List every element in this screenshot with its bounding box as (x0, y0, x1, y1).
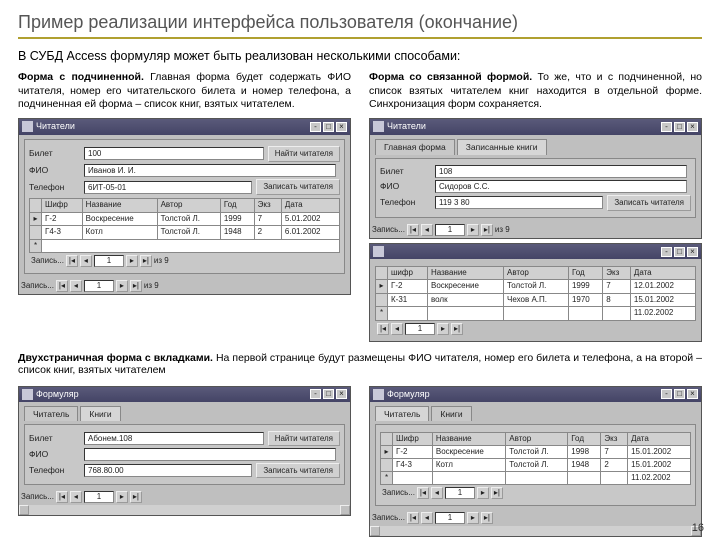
window-title: Читатели (36, 121, 75, 133)
hscroll[interactable] (370, 526, 701, 536)
field-fio[interactable]: Иванов И. И. (84, 164, 336, 177)
field-bilet[interactable]: Абонем.108 (84, 432, 264, 445)
write-button[interactable]: Записать читателя (256, 463, 340, 478)
record-nav: Запись...|◂◂1▸▸|из 9 (29, 253, 340, 269)
window-tabs-page2: Формуляр-□× ЧитательКниги ШифрНазваниеАв… (369, 386, 702, 537)
field-bilet[interactable]: 100 (84, 147, 264, 160)
label-fio: ФИО (29, 165, 84, 176)
para-tabbed-form: Двухстраничная форма с вкладками. На пер… (18, 352, 702, 376)
tab-reader[interactable]: Читатель (375, 406, 429, 421)
tab-books[interactable]: Книги (431, 406, 471, 421)
field-fio[interactable] (84, 448, 336, 461)
field-tel[interactable]: 6ИТ-05-01 (84, 181, 252, 194)
tab-books[interactable]: Записанные книги (457, 139, 547, 155)
window-tabs-page1: Формуляр-□× ЧитательКниги БилетАбонем.10… (18, 386, 351, 516)
tab-main[interactable]: Главная форма (375, 139, 455, 155)
outer-nav: Запись...|◂◂1▸▸|из 9 (19, 278, 350, 294)
label-tel: Телефон (29, 182, 84, 193)
label-bilet: Билет (29, 148, 84, 159)
page-number: 16 (692, 522, 704, 534)
close-button[interactable]: × (336, 122, 347, 132)
field-tel[interactable]: 119 3 80 (435, 196, 603, 209)
field-bilet[interactable]: 108 (435, 165, 687, 178)
window-title: Читатели (387, 121, 426, 133)
books-table[interactable]: ШифрНазваниеАвторГодЭкзДата ▸Г-2Воскресе… (29, 198, 340, 253)
field-tel[interactable]: 768.80.00 (84, 464, 252, 477)
window-linked-main: Читатели - □ × Главная формаЗаписанные к… (369, 118, 702, 239)
min-button[interactable]: - (310, 122, 321, 132)
para-sub-form: Форма с подчиненной. Главная форма будет… (18, 71, 351, 112)
min-button[interactable]: - (661, 122, 672, 132)
page-title: Пример реализации интерфейса пользовател… (18, 12, 702, 39)
window-linked-books: -□× шифрНазваниеАвторГодЭкзДата ▸Г-2Воск… (369, 243, 702, 342)
para-linked-form: Форма со связанной формой. То же, что и … (369, 71, 702, 112)
tab-books[interactable]: Книги (80, 406, 120, 421)
tab-reader[interactable]: Читатель (24, 406, 78, 421)
write-button[interactable]: Записать читателя (256, 179, 340, 195)
max-button[interactable]: □ (323, 122, 334, 132)
max-button[interactable]: □ (674, 122, 685, 132)
intro-text: В СУБД Access формуляр может быть реализ… (18, 49, 702, 63)
close-button[interactable]: × (687, 122, 698, 132)
titlebar[interactable]: -□× (370, 244, 701, 259)
books-table[interactable]: ШифрНазваниеАвторГодЭкзДата ▸Г-2Воскресе… (380, 432, 691, 485)
hscroll[interactable] (19, 505, 350, 515)
window-subform: Читатели - □ × Билет100 Найти читателя ФИ… (18, 118, 351, 295)
books-table[interactable]: шифрНазваниеАвторГодЭкзДата ▸Г-2Воскресе… (375, 266, 696, 321)
app-icon (373, 121, 384, 132)
find-button[interactable]: Найти читателя (268, 146, 340, 162)
find-button[interactable]: Найти читателя (268, 431, 340, 446)
app-icon (22, 121, 33, 132)
titlebar[interactable]: Читатели - □ × (370, 119, 701, 135)
write-button[interactable]: Записать читателя (607, 195, 691, 211)
titlebar[interactable]: Читатели - □ × (19, 119, 350, 135)
field-fio[interactable]: Сидоров С.С. (435, 180, 687, 193)
app-icon (373, 246, 384, 257)
